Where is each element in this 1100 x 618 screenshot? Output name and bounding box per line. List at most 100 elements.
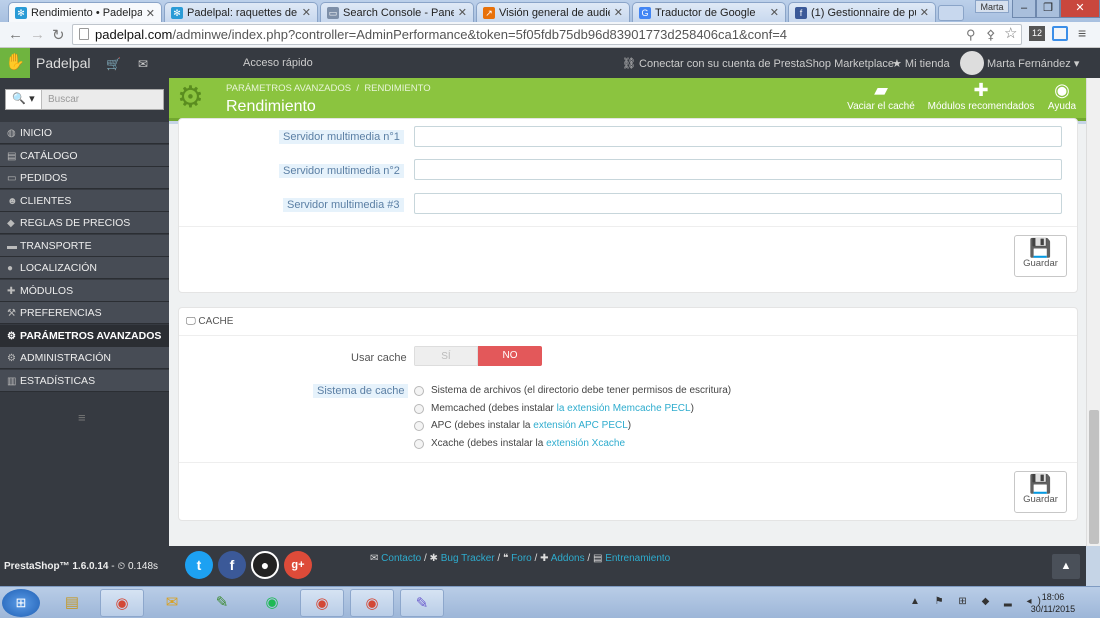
sidebar-item-localizacion[interactable]: ● LOCALIZACIÓN — [0, 257, 169, 279]
apc-pecl-link[interactable]: extensión APC PECL — [533, 420, 628, 431]
close-window-button[interactable]: ✕ — [1060, 0, 1100, 18]
google-plus-icon[interactable]: g+ — [284, 551, 312, 579]
close-tab-icon[interactable]: ✕ — [920, 6, 929, 19]
sidebar-item-administracion[interactable]: ⚙ ADMINISTRACIÓN — [0, 347, 169, 369]
contacts-icon[interactable]: ✉ — [150, 589, 194, 617]
paint-icon[interactable]: ✎ — [200, 589, 244, 617]
radio-button[interactable] — [414, 403, 424, 414]
switch-no-option[interactable]: NO — [478, 346, 542, 366]
sidebar-item-estadisticas[interactable]: ▥ ESTADÍSTICAS — [0, 370, 169, 392]
spotify-icon[interactable]: ◉ — [250, 589, 294, 617]
cache-option-memcached[interactable]: Memcached (debes instalar la extensión M… — [414, 403, 694, 414]
profile-badge[interactable]: Marta — [975, 0, 1009, 13]
search-type-button[interactable]: 🔍 ▾ — [6, 90, 42, 109]
close-tab-icon[interactable]: ✕ — [614, 6, 623, 19]
menu-icon[interactable]: ≡ — [1078, 25, 1086, 41]
media-server-2-input[interactable] — [414, 159, 1062, 180]
truck-icon: ▬ — [7, 241, 17, 252]
help-button[interactable]: ◉ Ayuda — [1043, 79, 1081, 112]
recommended-modules-button[interactable]: ✚ Módulos recomendados — [923, 79, 1039, 112]
cart-icon[interactable]: 🛒 — [106, 57, 121, 71]
xcache-link[interactable]: extensión Xcache — [546, 438, 625, 449]
cache-option-apc[interactable]: APC (debes instalar la extensión APC PEC… — [414, 420, 631, 431]
maximize-button[interactable]: ❐ — [1036, 0, 1060, 18]
cache-option-filesystem[interactable]: Sistema de archivos (el directorio debe … — [414, 385, 731, 396]
reload-icon[interactable]: ↻ — [52, 26, 65, 44]
tab-translate[interactable]: G Traductor de Google ✕ — [632, 2, 786, 22]
facebook-icon[interactable]: f — [218, 551, 246, 579]
footer-link-bug-tracker[interactable]: Bug Tracker — [441, 553, 495, 564]
avatar[interactable] — [960, 51, 984, 75]
taskbar-clock[interactable]: 18:06 30/11/2015 — [1028, 591, 1078, 615]
sidebar-item-catalogo[interactable]: ▤ CATÁLOGO — [0, 145, 169, 167]
chrome-icon[interactable]: ◉ — [350, 589, 394, 617]
chrome-icon[interactable]: ◉ — [300, 589, 344, 617]
key-icon[interactable]: ⚲ — [966, 25, 976, 44]
collapse-menu-icon[interactable]: ≡ — [78, 410, 86, 425]
new-tab-button[interactable] — [938, 5, 964, 21]
sidebar-item-clientes[interactable]: ☻ CLIENTES — [0, 190, 169, 212]
sidebar-item-modulos[interactable]: ✚ MÓDULOS — [0, 280, 169, 302]
url-field[interactable]: padelpal.com/adminwe/index.php?controlle… — [72, 24, 1022, 45]
tab-search-console[interactable]: ▭ Search Console - Panel de ✕ — [320, 2, 474, 22]
radio-button[interactable] — [414, 420, 424, 431]
close-tab-icon[interactable]: ✕ — [146, 7, 155, 20]
scrollbar-thumb[interactable] — [1089, 410, 1099, 544]
radio-button[interactable] — [414, 438, 424, 449]
user-menu[interactable]: Marta Fernández ▾ — [987, 57, 1079, 70]
star-icon[interactable]: ☆ — [1004, 24, 1017, 43]
shop-name[interactable]: Padelpal — [36, 55, 91, 71]
floppy-disk-icon: 💾 — [1029, 474, 1052, 494]
use-cache-switch[interactable]: SÍ NO — [414, 346, 542, 366]
chrome-icon[interactable]: ◉ — [100, 589, 144, 617]
forward-arrow-icon[interactable]: → — [30, 26, 45, 43]
clear-cache-button[interactable]: ▰ Vaciar el caché — [843, 79, 919, 112]
back-arrow-icon[interactable]: ← — [8, 26, 23, 43]
footer-link-addons[interactable]: Addons — [551, 553, 585, 564]
footer-link-foro[interactable]: Foro — [511, 553, 532, 564]
paint-icon[interactable]: ✎ — [400, 589, 444, 617]
cache-option-xcache[interactable]: Xcache (debes instalar la extensión Xcac… — [414, 438, 625, 449]
marketplace-connect-link[interactable]: ⛓ Conectar con su cuenta de PrestaShop M… — [622, 57, 894, 70]
sidebar-item-pedidos[interactable]: ▭ PEDIDOS — [0, 167, 169, 189]
divider — [179, 335, 1077, 336]
scroll-to-top-button[interactable]: ▲ — [1052, 554, 1080, 579]
tab-analytics[interactable]: ↗ Visión general de audienc ✕ — [476, 2, 630, 22]
file-explorer-icon[interactable]: ▤ — [50, 589, 94, 617]
sidebar-item-preferencias[interactable]: ⚒ PREFERENCIAS — [0, 302, 169, 324]
extension-icon[interactable] — [1052, 26, 1068, 41]
footer-link-entrenamiento[interactable]: Entrenamiento — [605, 553, 670, 564]
page-scrollbar[interactable] — [1086, 78, 1100, 546]
prestashop-icon: ✻ — [15, 7, 27, 19]
tab-facebook[interactable]: f (1) Gestionnaire de public ✕ — [788, 2, 936, 22]
switch-yes-option[interactable]: SÍ — [414, 346, 478, 366]
sidebar-item-parametros-avanzados[interactable]: ⚙ PARÁMETROS AVANZADOS — [0, 325, 169, 347]
twitter-icon[interactable]: t — [185, 551, 213, 579]
memcache-pecl-link[interactable]: la extensión Memcache PECL — [557, 403, 691, 414]
mail-icon[interactable]: ✉ — [138, 57, 148, 71]
system-tray[interactable]: ▲ ⚑ ⊞ ◆ ▂ ◂) — [910, 596, 1047, 607]
prestashop-logo[interactable]: ✋ — [0, 48, 30, 78]
close-tab-icon[interactable]: ✕ — [302, 6, 311, 19]
tab-padelpal[interactable]: ✻ Padelpal: raquettes de pa ✕ — [164, 2, 318, 22]
start-button[interactable]: ⊞ — [2, 589, 40, 617]
media-server-1-input[interactable] — [414, 126, 1062, 147]
close-tab-icon[interactable]: ✕ — [458, 6, 467, 19]
minimize-button[interactable]: – — [1012, 0, 1036, 18]
tab-rendimiento[interactable]: ✻ Rendimiento • Padelpal ✕ — [8, 2, 162, 23]
close-tab-icon[interactable]: ✕ — [770, 6, 779, 19]
media-server-3-input[interactable] — [414, 193, 1062, 214]
radio-button[interactable] — [414, 385, 424, 396]
github-icon[interactable]: ● — [251, 551, 279, 579]
search-input[interactable]: Buscar — [42, 90, 79, 109]
pin-icon[interactable]: ⚴ — [986, 25, 996, 44]
calendar-extension-icon[interactable]: 12 — [1029, 26, 1045, 41]
sidebar-item-reglas-de-precios[interactable]: ◆ REGLAS DE PRECIOS — [0, 212, 169, 234]
footer-link-contacto[interactable]: Contacto — [381, 553, 421, 564]
save-button[interactable]: 💾 Guardar — [1014, 471, 1067, 513]
save-button[interactable]: 💾 Guardar — [1014, 235, 1067, 277]
quick-access-dropdown[interactable]: Acceso rápido — [243, 57, 313, 69]
sidebar-item-inicio[interactable]: ◍ INICIO — [0, 122, 169, 144]
my-shop-link[interactable]: ★ Mi tienda — [892, 57, 950, 70]
sidebar-item-transporte[interactable]: ▬ TRANSPORTE — [0, 235, 169, 257]
